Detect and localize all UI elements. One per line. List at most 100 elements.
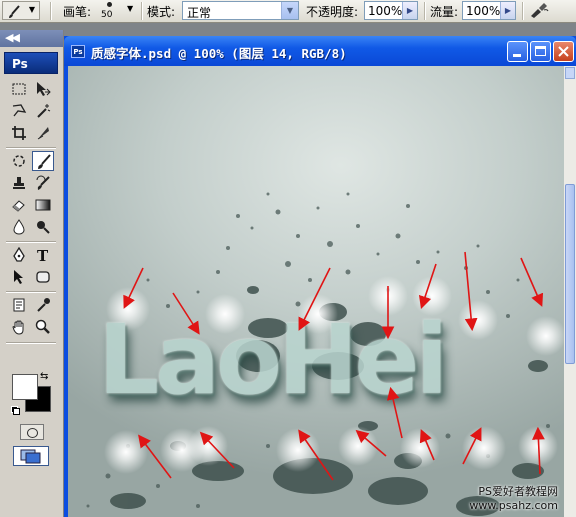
brush-label: 画笔:	[63, 5, 92, 19]
magic-wand-tool[interactable]	[32, 101, 54, 121]
lasso-tool[interactable]	[8, 101, 30, 121]
chevron-down-icon[interactable]: ▼	[281, 2, 298, 19]
watermark-name: PS爱好者教程网	[478, 485, 558, 498]
eyedropper-tool[interactable]	[32, 295, 54, 315]
divider	[6, 241, 56, 243]
path-selection-icon	[14, 270, 23, 284]
type-tool[interactable]: T	[32, 245, 54, 265]
arrow	[419, 429, 435, 461]
flow-field[interactable]: 100% ▶	[462, 1, 516, 20]
document-title: 质感字体.psd @ 100% (图层 14, RGB/8)	[91, 46, 347, 61]
collapse-icon[interactable]: ◀◀	[5, 31, 20, 44]
move-icon	[37, 82, 51, 96]
pen-icon	[13, 247, 25, 262]
opacity-field[interactable]: 100% ▶	[364, 1, 418, 20]
brush-picker[interactable]: 50 ▼	[94, 0, 138, 21]
chevron-down-icon: ▼	[28, 5, 35, 14]
toolbox-header[interactable]: ◀◀	[0, 30, 63, 47]
history-brush-icon	[36, 175, 50, 190]
brush-size: 50	[101, 10, 113, 20]
shape-tool[interactable]	[32, 267, 54, 287]
document-canvas[interactable]: LaoHei PS爱好者教程网 www.psahz.com	[68, 66, 564, 517]
move-tool[interactable]	[32, 79, 54, 99]
mode-select[interactable]: 正常 ▼	[182, 1, 299, 20]
airbrush-icon	[531, 3, 549, 18]
mode-label: 模式:	[147, 5, 176, 19]
divider	[6, 147, 56, 149]
eyedropper-icon	[37, 298, 50, 312]
arrow	[172, 292, 200, 335]
rounded-rectangle-icon	[36, 271, 50, 283]
maximize-button[interactable]	[530, 41, 551, 62]
opacity-label: 不透明度:	[306, 5, 359, 19]
scroll-up-button[interactable]	[565, 67, 575, 79]
vertical-scrollbar[interactable]	[564, 66, 576, 517]
blur-tool[interactable]	[8, 217, 30, 237]
svg-text:T: T	[37, 247, 49, 263]
divider	[522, 2, 524, 20]
ps-logo[interactable]: Ps	[4, 52, 58, 74]
type-icon: T	[37, 247, 49, 263]
chevron-down-icon: ▼	[127, 4, 134, 13]
divider	[141, 2, 143, 20]
chevron-right-icon[interactable]: ▶	[500, 2, 515, 19]
arrow	[418, 263, 437, 310]
divider	[424, 2, 426, 20]
arrow	[355, 429, 387, 457]
close-button[interactable]	[553, 41, 574, 62]
notes-tool[interactable]	[8, 295, 30, 315]
minimize-icon	[513, 54, 521, 57]
lasso-icon	[12, 104, 27, 117]
chevron-right-icon[interactable]: ▶	[402, 2, 417, 19]
arrow	[532, 426, 545, 475]
divider	[50, 2, 52, 20]
marquee-tool[interactable]	[8, 79, 30, 99]
document-titlebar[interactable]: Ps 质感字体.psd @ 100% (图层 14, RGB/8)	[64, 36, 576, 66]
arrow	[199, 431, 235, 469]
healing-brush-tool[interactable]	[8, 151, 30, 171]
arrow	[138, 434, 172, 479]
pen-tool[interactable]	[8, 245, 30, 265]
screen-mode-button[interactable]	[13, 446, 49, 466]
flow-value: 100%	[466, 4, 501, 18]
gradient-tool[interactable]	[32, 195, 54, 215]
history-brush-tool[interactable]	[32, 173, 54, 193]
toolbox-panel: ◀◀ Ps T ⇆	[0, 30, 64, 517]
blur-icon	[13, 219, 25, 235]
brush-icon	[38, 154, 51, 169]
marquee-icon	[12, 83, 26, 95]
dodge-tool[interactable]	[32, 217, 54, 237]
healing-brush-icon	[13, 155, 25, 167]
zoom-tool[interactable]	[32, 317, 54, 337]
notes-icon	[13, 298, 25, 312]
flow-label: 流量:	[430, 5, 459, 19]
foreground-color-swatch[interactable]	[12, 374, 38, 400]
slice-tool[interactable]	[32, 123, 54, 143]
brush-tool[interactable]	[32, 151, 54, 171]
watermark-url: www.psahz.com	[469, 499, 558, 512]
path-selection-tool[interactable]	[8, 267, 30, 287]
crop-icon	[12, 126, 26, 140]
arrow	[462, 427, 482, 465]
clone-stamp-tool[interactable]	[8, 173, 30, 193]
default-colors-icon[interactable]	[11, 406, 20, 415]
arrow	[298, 267, 331, 331]
mode-value: 正常	[187, 6, 212, 20]
scroll-thumb[interactable]	[565, 184, 575, 364]
ps-document-icon: Ps	[71, 45, 85, 58]
slice-icon	[37, 127, 49, 140]
arrow	[520, 257, 544, 307]
quick-mask-toggle[interactable]	[20, 424, 44, 440]
crop-tool[interactable]	[8, 123, 30, 143]
eraser-tool[interactable]	[8, 195, 30, 215]
brush-icon	[9, 5, 20, 18]
swap-colors-icon[interactable]: ⇆	[40, 371, 48, 382]
site-watermark: PS爱好者教程网 www.psahz.com	[469, 485, 558, 513]
airbrush-toggle[interactable]	[528, 1, 552, 20]
hand-tool[interactable]	[8, 317, 30, 337]
document-window: Ps 质感字体.psd @ 100% (图层 14, RGB/8) LaoHei…	[64, 36, 576, 517]
minimize-button[interactable]	[507, 41, 528, 62]
close-icon	[558, 46, 569, 57]
tool-preset-picker[interactable]: ▼	[2, 1, 40, 20]
opacity-value: 100%	[368, 4, 403, 18]
